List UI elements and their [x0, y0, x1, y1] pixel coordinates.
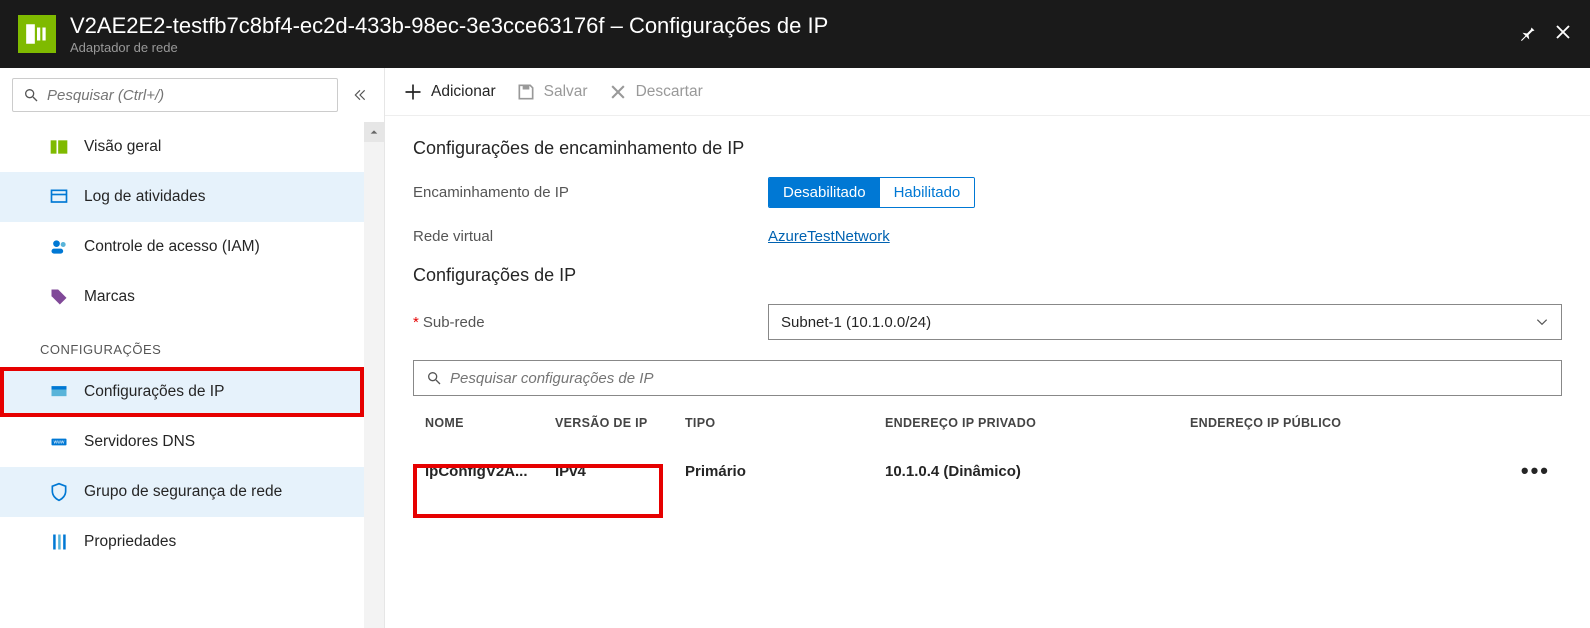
sidebar-item-label: Controle de acesso (IAM)	[84, 238, 260, 256]
blade-header: V2AE2E2-testfb7c8bf4-ec2d-433b-98ec-3e3c…	[0, 0, 1590, 68]
sidebar-item-label: Grupo de segurança de rede	[84, 483, 282, 501]
sidebar-menu: Visão geral Log de atividades Controle d…	[0, 122, 384, 628]
add-button[interactable]: Adicionar	[403, 82, 496, 102]
sidebar-item-properties[interactable]: Propriedades	[0, 517, 364, 567]
discard-icon	[608, 82, 628, 102]
sidebar-item-tags[interactable]: Marcas	[0, 272, 364, 322]
sidebar: Visão geral Log de atividades Controle d…	[0, 68, 385, 628]
toggle-option-disabled[interactable]: Desabilitado	[769, 178, 880, 207]
sidebar-item-label: Log de atividades	[84, 188, 206, 206]
col-type: TIPO	[685, 416, 885, 430]
table-row[interactable]: ipConfigV2A... IPv4 Primário 10.1.0.4 (D…	[413, 442, 1562, 500]
shield-icon	[48, 481, 70, 503]
col-private-ip: ENDEREÇO IP PRIVADO	[885, 416, 1190, 430]
cell-type: Primário	[685, 463, 885, 480]
sidebar-search[interactable]	[12, 78, 338, 112]
main-pane: Adicionar Salvar Descartar Configurações…	[385, 68, 1590, 628]
toolbar-label: Descartar	[636, 83, 703, 101]
svg-text:www: www	[54, 440, 65, 446]
ipconfig-filter-input[interactable]	[450, 370, 1549, 387]
col-version: VERSÃO DE IP	[555, 416, 685, 430]
subnet-value: Subnet-1 (10.1.0.0/24)	[781, 314, 931, 331]
ipconfig-filter[interactable]	[413, 360, 1562, 396]
sidebar-item-overview[interactable]: Visão geral	[0, 122, 364, 172]
activity-log-icon	[48, 186, 70, 208]
table-header: NOME VERSÃO DE IP TIPO ENDEREÇO IP PRIVA…	[413, 404, 1562, 442]
cell-name: ipConfigV2A...	[425, 463, 555, 480]
sidebar-item-dns-servers[interactable]: www Servidores DNS	[0, 417, 364, 467]
search-icon	[23, 87, 39, 103]
overview-icon	[48, 136, 70, 158]
toggle-option-enabled[interactable]: Habilitado	[880, 178, 975, 207]
save-button[interactable]: Salvar	[516, 82, 588, 102]
tag-icon	[48, 286, 70, 308]
chevrons-left-icon	[353, 88, 367, 102]
sidebar-item-label: Configurações de IP	[84, 383, 224, 401]
resource-icon	[18, 15, 56, 53]
vnet-label: Rede virtual	[413, 228, 768, 245]
col-name: NOME	[425, 416, 555, 430]
row-context-menu[interactable]: •••	[1510, 458, 1550, 484]
discard-button[interactable]: Descartar	[608, 82, 703, 102]
toolbar: Adicionar Salvar Descartar	[385, 68, 1590, 116]
sidebar-item-nsg[interactable]: Grupo de segurança de rede	[0, 467, 364, 517]
properties-icon	[48, 531, 70, 553]
ipconfig-icon	[48, 381, 70, 403]
sidebar-item-label: Marcas	[84, 288, 135, 306]
sidebar-item-label: Propriedades	[84, 533, 176, 551]
cell-private-ip: 10.1.0.4 (Dinâmico)	[885, 463, 1190, 480]
sidebar-item-activity-log[interactable]: Log de atividades	[0, 172, 364, 222]
sidebar-item-label: Visão geral	[84, 138, 161, 156]
ipconfig-table: NOME VERSÃO DE IP TIPO ENDEREÇO IP PRIVA…	[413, 404, 1562, 500]
forwarding-section-title: Configurações de encaminhamento de IP	[413, 138, 1562, 159]
subnet-label: *Sub-rede	[413, 314, 768, 331]
collapse-sidebar-button[interactable]	[348, 83, 372, 107]
scrollbar-track[interactable]	[364, 122, 384, 628]
blade-title: V2AE2E2-testfb7c8bf4-ec2d-433b-98ec-3e3c…	[70, 13, 1518, 39]
subnet-select[interactable]: Subnet-1 (10.1.0.0/24)	[768, 304, 1562, 340]
search-icon	[426, 370, 442, 386]
blade-subtitle: Adaptador de rede	[70, 40, 1518, 55]
ip-forwarding-toggle[interactable]: Desabilitado Habilitado	[768, 177, 975, 208]
close-icon[interactable]	[1554, 23, 1572, 46]
vnet-link[interactable]: AzureTestNetwork	[768, 228, 890, 245]
col-public-ip: ENDEREÇO IP PÚBLICO	[1190, 416, 1510, 430]
toolbar-label: Adicionar	[431, 83, 496, 101]
save-icon	[516, 82, 536, 102]
cell-version: IPv4	[555, 463, 685, 480]
sidebar-item-ip-configurations[interactable]: Configurações de IP	[0, 367, 364, 417]
scroll-up-button[interactable]	[364, 122, 384, 142]
toolbar-label: Salvar	[544, 83, 588, 101]
sidebar-section-label: CONFIGURAÇÕES	[0, 322, 364, 367]
ipconfig-section-title: Configurações de IP	[413, 265, 1562, 286]
sidebar-item-iam[interactable]: Controle de acesso (IAM)	[0, 222, 364, 272]
plus-icon	[403, 82, 423, 102]
dns-icon: www	[48, 431, 70, 453]
ip-forwarding-label: Encaminhamento de IP	[413, 184, 768, 201]
people-icon	[48, 236, 70, 258]
chevron-down-icon	[1535, 315, 1549, 329]
pin-icon[interactable]	[1518, 23, 1536, 46]
sidebar-item-label: Servidores DNS	[84, 433, 195, 451]
sidebar-search-input[interactable]	[47, 87, 327, 104]
